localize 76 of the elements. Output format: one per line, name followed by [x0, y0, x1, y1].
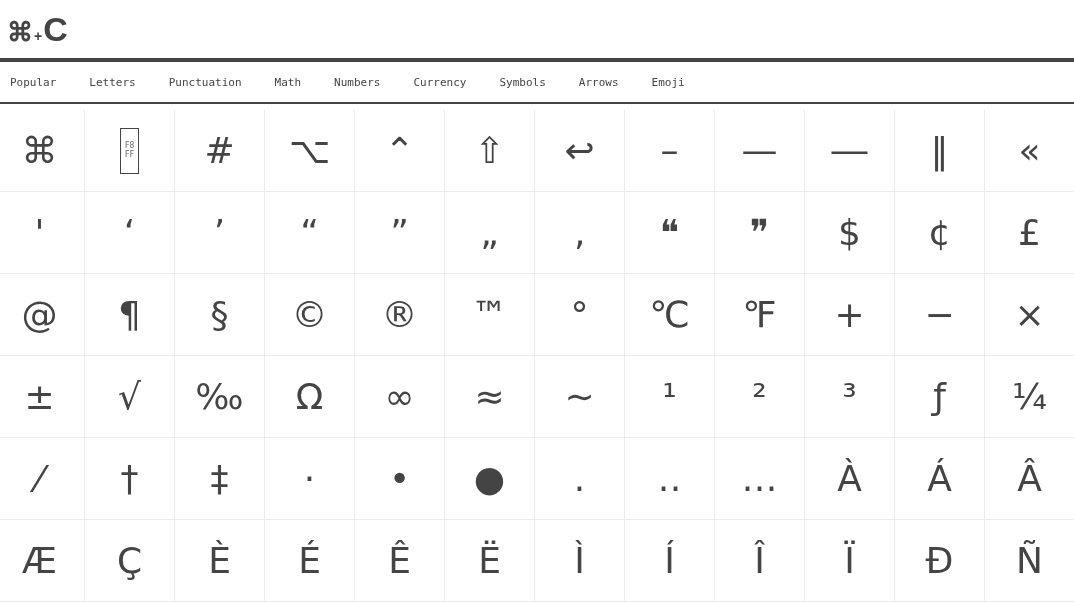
symbol-tile[interactable]: É: [265, 520, 355, 602]
symbol-tile[interactable]: ‚: [535, 192, 625, 274]
symbol-tile[interactable]: °: [535, 274, 625, 356]
symbol-tile[interactable]: Ì: [535, 520, 625, 602]
symbol-tile[interactable]: @: [0, 274, 85, 356]
nav-link[interactable]: Symbols: [499, 73, 546, 91]
symbol-tile[interactable]: ‖: [895, 110, 985, 192]
symbol-tile[interactable]: ⁄: [0, 438, 85, 520]
symbol-tile[interactable]: “: [265, 192, 355, 274]
symbol-tile[interactable]: ¢: [895, 192, 985, 274]
symbol-tile[interactable]: ®: [355, 274, 445, 356]
symbol-tile[interactable]: Á: [895, 438, 985, 520]
symbol-tile[interactable]: ': [0, 192, 85, 274]
symbol-tile[interactable]: ⌘: [0, 110, 85, 192]
symbol-tile[interactable]: ”: [355, 192, 445, 274]
symbol-tile[interactable]: ‰: [175, 356, 265, 438]
symbol-tile[interactable]: Î: [715, 520, 805, 602]
symbol-tile[interactable]: ∼: [535, 356, 625, 438]
symbol-tile[interactable]: ¶: [85, 274, 175, 356]
symbol-tile[interactable]: +: [805, 274, 895, 356]
symbol-tile[interactable]: ±: [0, 356, 85, 438]
symbol-tile[interactable]: Ç: [85, 520, 175, 602]
symbol-tile[interactable]: È: [175, 520, 265, 602]
symbol-tile[interactable]: ™: [445, 274, 535, 356]
symbol-tile[interactable]: •: [355, 438, 445, 520]
symbol-tile[interactable]: ⌃: [355, 110, 445, 192]
symbol-tile[interactable]: ’: [175, 192, 265, 274]
symbol-tile[interactable]: Í: [625, 520, 715, 602]
symbol-tile[interactable]: ∞: [355, 356, 445, 438]
symbol-tile[interactable]: ℃: [625, 274, 715, 356]
nav-link[interactable]: Numbers: [334, 73, 381, 91]
symbol-tile[interactable]: Ë: [445, 520, 535, 602]
symbol-tile[interactable]: ↩: [535, 110, 625, 192]
symbol-tile[interactable]: „: [445, 192, 535, 274]
symbol-tile[interactable]: ❞: [715, 192, 805, 274]
symbol-tile[interactable]: .: [535, 438, 625, 520]
symbol-tile[interactable]: †: [85, 438, 175, 520]
symbol-tile[interactable]: Ê: [355, 520, 445, 602]
symbol-tile[interactable]: §: [175, 274, 265, 356]
symbol-tile[interactable]: ❝: [625, 192, 715, 274]
symbol-tile[interactable]: ³: [805, 356, 895, 438]
missing-glyph-tile[interactable]: F8FF: [120, 127, 139, 174]
symbol-tile[interactable]: Æ: [0, 520, 85, 602]
site-logo[interactable]: ⌘+C: [7, 12, 68, 46]
symbol-tile[interactable]: ⇧: [445, 110, 535, 192]
symbol-tile[interactable]: ƒ: [895, 356, 985, 438]
symbol-tile[interactable]: ‡: [175, 438, 265, 520]
nav-link[interactable]: Punctuation: [168, 73, 242, 91]
symbol-tile[interactable]: ⌥: [265, 110, 355, 192]
symbol-tile[interactable]: Ð: [895, 520, 985, 602]
symbol-tile[interactable]: $: [805, 192, 895, 274]
symbol-tile[interactable]: –: [625, 110, 715, 192]
nav-link[interactable]: Letters: [89, 73, 136, 91]
symbol-tile[interactable]: #: [175, 110, 265, 192]
symbol-tile[interactable]: ℉: [715, 274, 805, 356]
symbol-tile[interactable]: ―: [805, 110, 895, 192]
nav-link[interactable]: Popular: [10, 73, 57, 91]
symbol-tile[interactable]: ●: [445, 438, 535, 520]
symbol-tile[interactable]: —: [715, 110, 805, 192]
symbol-tile[interactable]: ≈: [445, 356, 535, 438]
nav-link[interactable]: Currency: [413, 73, 467, 91]
symbol-tile[interactable]: ·: [265, 438, 355, 520]
nav-link[interactable]: Emoji: [651, 73, 685, 91]
symbol-tile[interactable]: ²: [715, 356, 805, 438]
symbol-tile[interactable]: Ï: [805, 520, 895, 602]
symbol-tile[interactable]: √: [85, 356, 175, 438]
symbol-tile[interactable]: ‘: [85, 192, 175, 274]
symbol-tile[interactable]: −: [895, 274, 985, 356]
symbol-tile[interactable]: ©: [265, 274, 355, 356]
symbol-tile[interactable]: ‥: [625, 438, 715, 520]
symbol-tile[interactable]: …: [715, 438, 805, 520]
symbol-tile[interactable]: À: [805, 438, 895, 520]
nav-link[interactable]: Math: [274, 73, 302, 91]
nav-link[interactable]: Arrows: [578, 73, 619, 91]
symbol-tile[interactable]: ¹: [625, 356, 715, 438]
symbol-tile[interactable]: Ω: [265, 356, 355, 438]
